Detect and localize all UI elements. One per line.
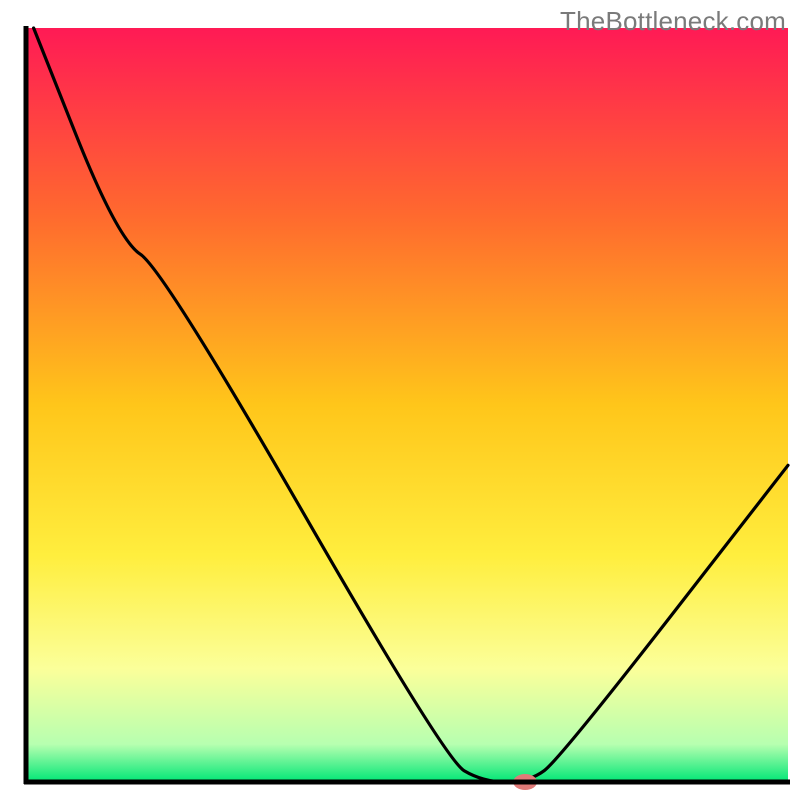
gradient-background bbox=[26, 28, 788, 782]
chart-svg bbox=[0, 0, 800, 800]
bottleneck-chart: TheBottleneck.com bbox=[0, 0, 800, 800]
plot-area bbox=[24, 26, 790, 790]
watermark-text: TheBottleneck.com bbox=[560, 6, 786, 37]
